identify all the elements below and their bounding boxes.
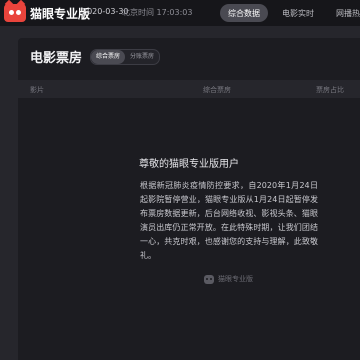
card-header: 电影票房 综合票房 分账票房	[30, 47, 161, 66]
tab-overall-data[interactable]: 综合数据	[220, 4, 268, 22]
column-movie: 影片	[30, 86, 44, 94]
footer-brand: 猫眼专业版	[204, 274, 253, 284]
top-bar: 猫眼专业版 2020-03-30 北京时间 17:03:03 综合数据 电影实时…	[0, 0, 360, 26]
box-office-card: 电影票房 综合票房 分账票房 影片 综合票房 票房占比 尊敬的猫眼专业版用户 根…	[18, 38, 360, 360]
toggle-split-box-office[interactable]: 分账票房	[125, 50, 159, 64]
tab-movie-realtime[interactable]: 电影实时	[274, 4, 322, 22]
brand-name: 猫眼专业版	[30, 6, 91, 21]
table-header: 影片 综合票房 票房占比	[18, 80, 360, 98]
beijing-time: 北京时间 17:03:03	[122, 8, 193, 17]
notice-title: 尊敬的猫眼专业版用户	[139, 159, 239, 170]
footer-brand-text: 猫眼专业版	[218, 275, 253, 283]
main-tabs: 综合数据 电影实时 网播热度	[220, 4, 360, 22]
brand[interactable]: 猫眼专业版	[4, 0, 91, 23]
column-share[interactable]: 票房占比	[316, 85, 344, 95]
toggle-overall-box-office[interactable]: 综合票房	[91, 49, 126, 64]
tab-web-heat[interactable]: 网播热度	[328, 4, 360, 22]
card-title: 电影票房	[30, 51, 83, 66]
cat-logo-icon	[204, 274, 214, 284]
cat-logo-icon	[4, 0, 26, 22]
box-office-toggle: 综合票房 分账票房	[90, 48, 161, 65]
column-box-office[interactable]: 综合票房	[203, 85, 231, 95]
notice-body: 根据新冠肺炎疫情防控要求，自2020年1月24日起影院暂停营业，猫眼专业版从1月…	[140, 181, 318, 260]
